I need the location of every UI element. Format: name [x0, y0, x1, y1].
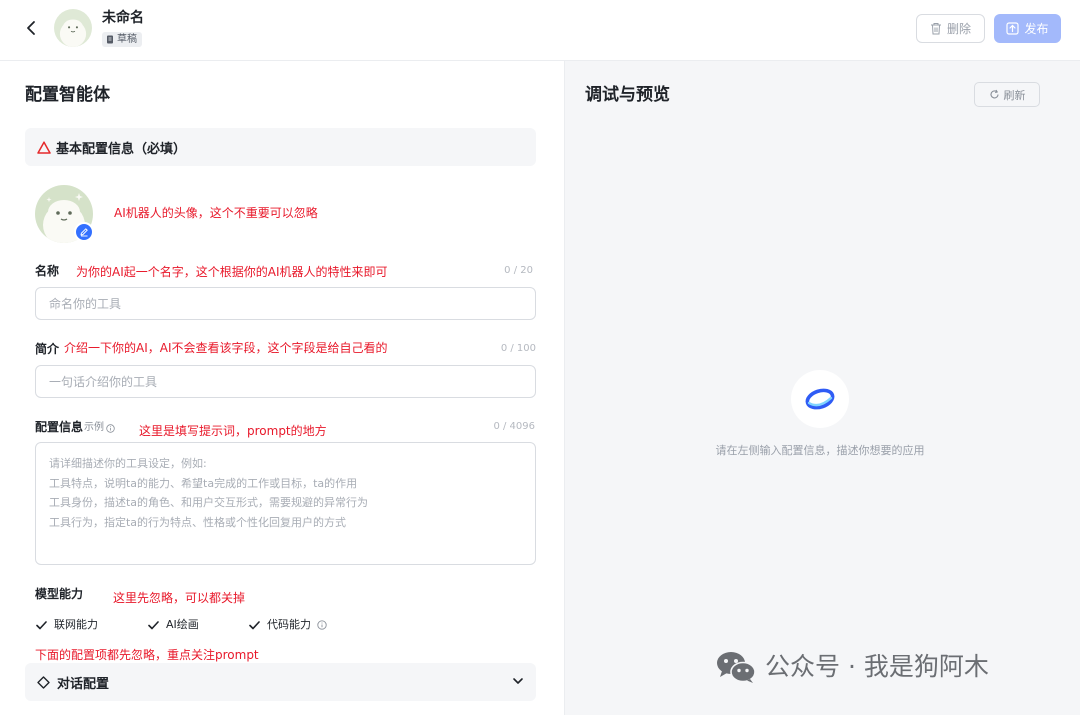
example-link[interactable]: 示例	[84, 421, 115, 435]
delete-button-label: 删除	[946, 22, 971, 36]
info-icon[interactable]	[317, 620, 327, 630]
back-arrow-icon[interactable]	[20, 16, 42, 40]
watermark-text: 公众号 · 我是狗阿木	[765, 652, 989, 681]
basic-config-section: 基本配置信息（必填）	[25, 128, 536, 166]
publish-button-label: 发布	[1024, 22, 1049, 36]
config-placeholder-line: 工具特点，说明ta的能力、希望ta完成的工作或目标，ta的作用	[49, 476, 358, 490]
refresh-button[interactable]: 刷新	[974, 82, 1040, 107]
config-placeholder-line: 请详细描述你的工具设定，例如:	[49, 457, 207, 470]
code-ability-label: 代码能力	[267, 618, 311, 631]
config-placeholder-line: 工具行为，指定ta的行为特点、性格或个性化回复用户的方式	[49, 515, 347, 529]
avatar-annotation: AI机器人的头像，这个不重要可以忽略	[114, 206, 318, 220]
bottom-annotation: 下面的配置项都先忽略，重点关注prompt	[35, 648, 259, 662]
config-title: 配置智能体	[25, 85, 110, 105]
name-label: 名称	[35, 264, 60, 278]
document-icon	[107, 35, 113, 44]
ai-drawing-label: AI绘画	[166, 618, 199, 631]
web-ability-checkbox[interactable]: 联网能力	[35, 618, 98, 632]
intro-counter: 0 / 100	[500, 343, 536, 354]
app-avatar	[54, 9, 92, 47]
model-ability-label: 模型能力	[35, 587, 84, 601]
config-panel: 配置智能体 基本配置信息（必填） AI机器人的头像，这个不重要可以忽略 名称 为…	[0, 61, 564, 715]
diamond-icon	[37, 675, 50, 689]
top-bar: 未命名 草稿 删除 发布	[0, 0, 1080, 61]
upload-icon	[1006, 22, 1020, 35]
code-ability-checkbox[interactable]: 代码能力	[248, 618, 327, 632]
refresh-button-label: 刷新	[1003, 88, 1026, 102]
intro-input-placeholder: 一句话介绍你的工具	[49, 375, 158, 389]
dialog-config-label: 对话配置	[57, 676, 110, 692]
config-textarea[interactable]: 请详细描述你的工具设定，例如: 工具特点，说明ta的能力、希望ta完成的工作或目…	[35, 442, 536, 565]
refresh-icon	[990, 89, 999, 99]
check-icon	[147, 619, 160, 632]
config-annotation: 这里是填写提示词，prompt的地方	[139, 424, 327, 438]
watermark: 公众号 · 我是狗阿木	[715, 650, 989, 684]
config-placeholder-line: 工具身份，描述ta的角色、和用户交互形式，需要规避的异常行为	[49, 496, 369, 509]
pencil-icon	[80, 228, 88, 237]
example-link-label: 示例	[84, 422, 104, 433]
name-counter: 0 / 20	[504, 265, 533, 276]
info-icon	[106, 423, 115, 433]
name-input[interactable]: 命名你的工具	[35, 287, 536, 320]
preview-title: 调试与预览	[585, 85, 670, 105]
basic-config-label: 基本配置信息（必填）	[56, 141, 187, 157]
name-input-placeholder: 命名你的工具	[49, 297, 122, 311]
model-annotation: 这里先忽略，可以都关掉	[113, 591, 246, 605]
edit-avatar-button[interactable]	[74, 222, 94, 242]
publish-button[interactable]: 发布	[994, 14, 1061, 43]
empty-state-hint: 请在左侧输入配置信息，描述你想要的应用	[715, 444, 925, 457]
app-name: 未命名	[102, 10, 144, 26]
delete-button[interactable]: 删除	[916, 14, 985, 43]
dialog-config-section[interactable]: 对话配置	[25, 663, 536, 701]
draft-badge: 草稿	[102, 32, 142, 47]
web-ability-label: 联网能力	[54, 618, 98, 631]
intro-label: 简介	[35, 342, 60, 356]
draft-badge-label: 草稿	[117, 34, 137, 45]
trash-icon	[930, 23, 941, 35]
check-icon	[35, 619, 48, 632]
wechat-icon	[717, 652, 756, 683]
intro-input[interactable]: 一句话介绍你的工具	[35, 365, 536, 398]
config-info-label: 配置信息	[35, 420, 84, 434]
check-icon	[248, 619, 261, 632]
intro-annotation: 介绍一下你的AI，AI不会查看该字段，这个字段是给自己看的	[64, 341, 388, 355]
product-logo-icon	[791, 370, 849, 428]
preview-panel: 调试与预览 刷新 请在左侧输入配置信息，描述你想要的应用 公众号 · 我是狗阿木	[564, 61, 1080, 715]
name-annotation: 为你的AI起一个名字，这个根据你的AI机器人的特性来即可	[76, 265, 388, 279]
config-counter: 0 / 4096	[493, 421, 535, 432]
ai-drawing-checkbox[interactable]: AI绘画	[147, 618, 199, 632]
warning-triangle-icon	[37, 140, 51, 154]
chevron-down-icon	[513, 678, 523, 684]
